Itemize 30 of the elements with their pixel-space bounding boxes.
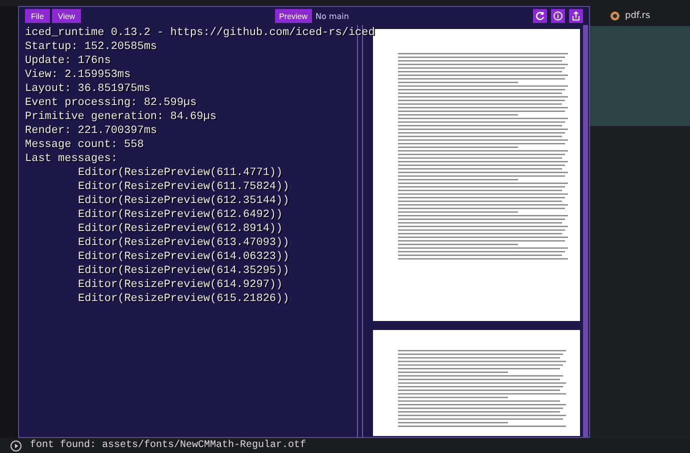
debug-stat: Render: 221.700397ms [25,124,158,138]
menu-button[interactable]: File [25,9,50,23]
refresh-button[interactable] [533,9,547,23]
debug-message: Editor(ResizePreview(612.8914)) [77,222,284,236]
main-status: No main [316,12,349,20]
debug-message: Editor(ResizePreview(612.6492)) [77,208,284,222]
debug-stat: Event processing: 82.599µs [25,96,198,110]
debug-stat: View: 2.159953ms [25,68,132,82]
debug-message: Editor(ResizePreview(614.06323)) [77,250,290,264]
debug-message: Editor(ResizePreview(615.21826)) [77,292,290,306]
debug-message: Editor(ResizePreview(614.9297)) [77,278,284,292]
debug-stat: Startup: 152.20585ms [25,40,158,54]
menu-button[interactable]: View [52,9,82,23]
debug-message: Editor(ResizePreview(611.75824)) [77,180,290,194]
debug-message: Editor(ResizePreview(614.35295)) [77,264,290,278]
debug-message: Editor(ResizePreview(612.35144)) [77,194,290,208]
debug-stat: Primitive generation: 84.69µs [25,110,218,124]
share-button[interactable] [569,9,583,23]
preview-button[interactable]: Preview [275,9,312,23]
terminal-output: font found: assets/fonts/NewCMMath-Regular.otf [30,440,306,451]
play-icon[interactable] [10,440,22,452]
debug-message: Editor(ResizePreview(611.4771)) [77,166,284,180]
debug-message: Editor(ResizePreview(613.47093)) [77,236,290,250]
tab-label: pdf.rs [625,11,650,21]
debug-stat: Message count: 558 [25,138,145,152]
scrollbar[interactable] [583,25,588,437]
debug-stat: Layout: 36.851975ms [25,82,152,96]
info-button[interactable] [551,9,565,23]
debug-label: Last messages: [25,152,118,166]
debug-stat: Update: 176ns [25,54,112,68]
